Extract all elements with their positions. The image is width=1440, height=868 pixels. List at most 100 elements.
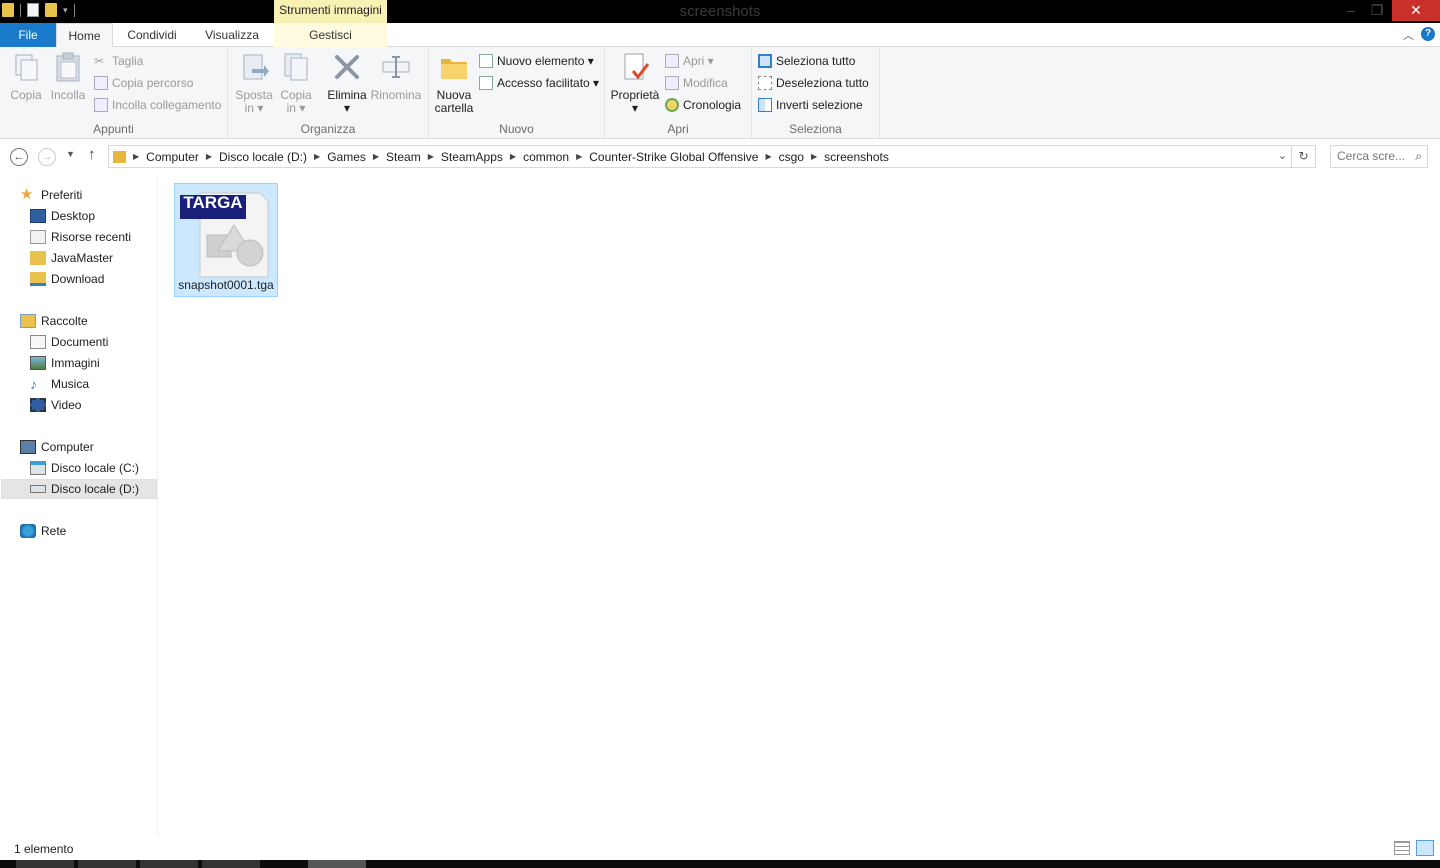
nav-raccolte[interactable]: Raccolte — [20, 311, 88, 331]
nuovo-elemento-button[interactable]: Nuovo elemento ▾ — [479, 52, 594, 70]
navigation-pane: ★ Preferiti Desktop Risorse recenti JavaM… — [0, 175, 158, 835]
modifica-button[interactable]: Modifica — [665, 74, 728, 92]
breadcrumb-screenshots[interactable]: screenshots — [820, 150, 893, 164]
breadcrumb-computer[interactable]: Computer — [142, 150, 203, 164]
inverti-selezione-label: Inverti selezione — [776, 98, 863, 112]
taglia-button[interactable]: ✂ Taglia — [94, 52, 143, 70]
breadcrumb-steamapps[interactable]: SteamApps — [437, 150, 507, 164]
breadcrumb-separator[interactable]: ▶ — [507, 152, 519, 161]
taskbar-button[interactable] — [16, 860, 74, 868]
maximize-button[interactable]: ❐ — [1362, 0, 1392, 23]
history-icon — [665, 98, 679, 112]
close-button[interactable]: ✕ — [1392, 0, 1440, 21]
up-button[interactable]: ↑ — [88, 146, 96, 163]
nav-disco-d[interactable]: Disco locale (D:) — [1, 479, 157, 499]
breadcrumb-disco-d[interactable]: Disco locale (D:) — [215, 150, 311, 164]
taskbar-button[interactable] — [308, 860, 366, 868]
nav-rete[interactable]: Rete — [20, 521, 66, 541]
breadcrumb-steam[interactable]: Steam — [382, 150, 425, 164]
breadcrumb-csgo-folder[interactable]: Counter-Strike Global Offensive — [585, 150, 762, 164]
help-icon[interactable]: ? — [1421, 27, 1435, 41]
breadcrumb-separator[interactable]: ▶ — [573, 152, 585, 161]
tab-gestisci[interactable]: Gestisci — [274, 23, 387, 47]
copia-percorso-label: Copia percorso — [112, 76, 194, 90]
file-name[interactable]: snapshot0001.tga — [175, 278, 277, 292]
breadcrumb-separator[interactable]: ▶ — [370, 152, 382, 161]
nav-video[interactable]: Video — [30, 395, 81, 415]
nav-javamaster[interactable]: JavaMaster — [30, 248, 113, 268]
breadcrumb-separator[interactable]: ▶ — [808, 152, 820, 161]
nav-label: Disco locale (C:) — [51, 461, 140, 475]
nav-label: Immagini — [51, 356, 100, 370]
ribbon-tabs: File Home Condividi Visualizza Gestisci … — [0, 23, 1440, 48]
nav-immagini[interactable]: Immagini — [30, 353, 100, 373]
deseleziona-tutto-label: Deseleziona tutto — [776, 76, 869, 90]
taskbar-button[interactable] — [140, 860, 198, 868]
breadcrumb-common[interactable]: common — [519, 150, 573, 164]
nav-musica[interactable]: ♪ Musica — [30, 374, 89, 394]
tab-file[interactable]: File — [0, 23, 56, 47]
search-input[interactable]: Cerca scre... ⌕ — [1330, 145, 1428, 168]
breadcrumb-games[interactable]: Games — [323, 150, 370, 164]
nav-download[interactable]: Download — [30, 269, 104, 289]
incolla-button[interactable]: Incolla — [50, 51, 86, 102]
breadcrumb-separator[interactable]: ▶ — [203, 152, 215, 161]
breadcrumb-separator[interactable]: ▶ — [130, 152, 142, 161]
minimize-ribbon-icon[interactable]: ︿ — [1403, 27, 1414, 43]
nav-documenti[interactable]: Documenti — [30, 332, 108, 352]
deseleziona-tutto-button[interactable]: Deseleziona tutto — [758, 74, 869, 92]
cronologia-button[interactable]: Cronologia — [665, 96, 741, 114]
cronologia-label: Cronologia — [683, 98, 742, 112]
apri-button[interactable]: Apri ▾ — [665, 52, 714, 70]
taglia-label: Taglia — [112, 54, 144, 68]
address-dropdown-icon[interactable]: ⌄ — [1278, 149, 1287, 162]
breadcrumb-separator[interactable]: ▶ — [311, 152, 323, 161]
proprieta-button[interactable]: Proprietà ▾ — [609, 51, 661, 115]
nav-preferiti[interactable]: ★ Preferiti — [20, 185, 82, 205]
seleziona-tutto-button[interactable]: Seleziona tutto — [758, 52, 855, 70]
copia-button[interactable]: Copia — [8, 51, 44, 102]
nav-disco-c[interactable]: Disco locale (C:) — [30, 458, 139, 478]
breadcrumb-csgo[interactable]: csgo — [775, 150, 808, 164]
copia-percorso-button[interactable]: Copia percorso — [94, 74, 193, 92]
status-bar: 1 elemento — [0, 838, 1440, 860]
nav-risorse-recenti[interactable]: Risorse recenti — [30, 227, 131, 247]
recent-locations-icon[interactable]: ▼ — [66, 149, 75, 159]
details-view-icon[interactable] — [1394, 841, 1410, 855]
item-count: 1 elemento — [14, 842, 74, 856]
copia-in-button[interactable]: Copia in ▾ — [276, 51, 316, 115]
sposta-in-button[interactable]: Sposta in ▾ — [234, 51, 274, 115]
nuova-cartella-button[interactable]: Nuova cartella — [433, 51, 475, 115]
taskbar-button[interactable] — [78, 860, 136, 868]
nuovo-elemento-label: Nuovo elemento ▾ — [497, 54, 594, 68]
breadcrumb-separator[interactable]: ▶ — [762, 152, 774, 161]
inverti-selezione-button[interactable]: Inverti selezione — [758, 96, 863, 114]
nuova-cartella-label-2: cartella — [434, 101, 474, 115]
tab-home[interactable]: Home — [56, 23, 113, 48]
tab-visualizza[interactable]: Visualizza — [196, 23, 268, 47]
back-button[interactable]: ← — [10, 148, 28, 166]
address-box[interactable]: ▶ Computer ▶ Disco locale (D:) ▶ Games ▶… — [108, 145, 1316, 168]
folder-icon — [113, 150, 126, 163]
file-item[interactable]: TARGA snapshot0001.tga — [174, 183, 278, 297]
tab-condividi[interactable]: Condividi — [118, 23, 186, 47]
copy-icon — [15, 54, 38, 81]
rinomina-button[interactable]: Rinomina — [370, 51, 422, 102]
forward-button[interactable]: → — [38, 148, 56, 166]
nav-label: Download — [51, 272, 105, 286]
taskbar-button[interactable] — [202, 860, 260, 868]
refresh-icon[interactable]: ↻ — [1291, 146, 1315, 167]
large-icons-view-icon[interactable] — [1416, 840, 1434, 856]
nav-label: JavaMaster — [51, 251, 114, 265]
breadcrumb-separator[interactable]: ▶ — [425, 152, 437, 161]
accesso-facilitato-button[interactable]: Accesso facilitato ▾ — [479, 74, 599, 92]
nav-computer[interactable]: Computer — [20, 437, 94, 457]
nav-desktop[interactable]: Desktop — [30, 206, 95, 226]
context-tab-title: Strumenti immagini — [274, 0, 387, 23]
search-placeholder: Cerca scre... — [1337, 149, 1406, 163]
group-seleziona: Seleziona tutto Deseleziona tutto Invert… — [752, 47, 880, 139]
incolla-collegamento-button[interactable]: Incolla collegamento — [94, 96, 221, 114]
elimina-button[interactable]: Elimina ▾ — [324, 51, 370, 115]
folder-icon — [30, 251, 46, 265]
open-icon — [665, 54, 679, 68]
